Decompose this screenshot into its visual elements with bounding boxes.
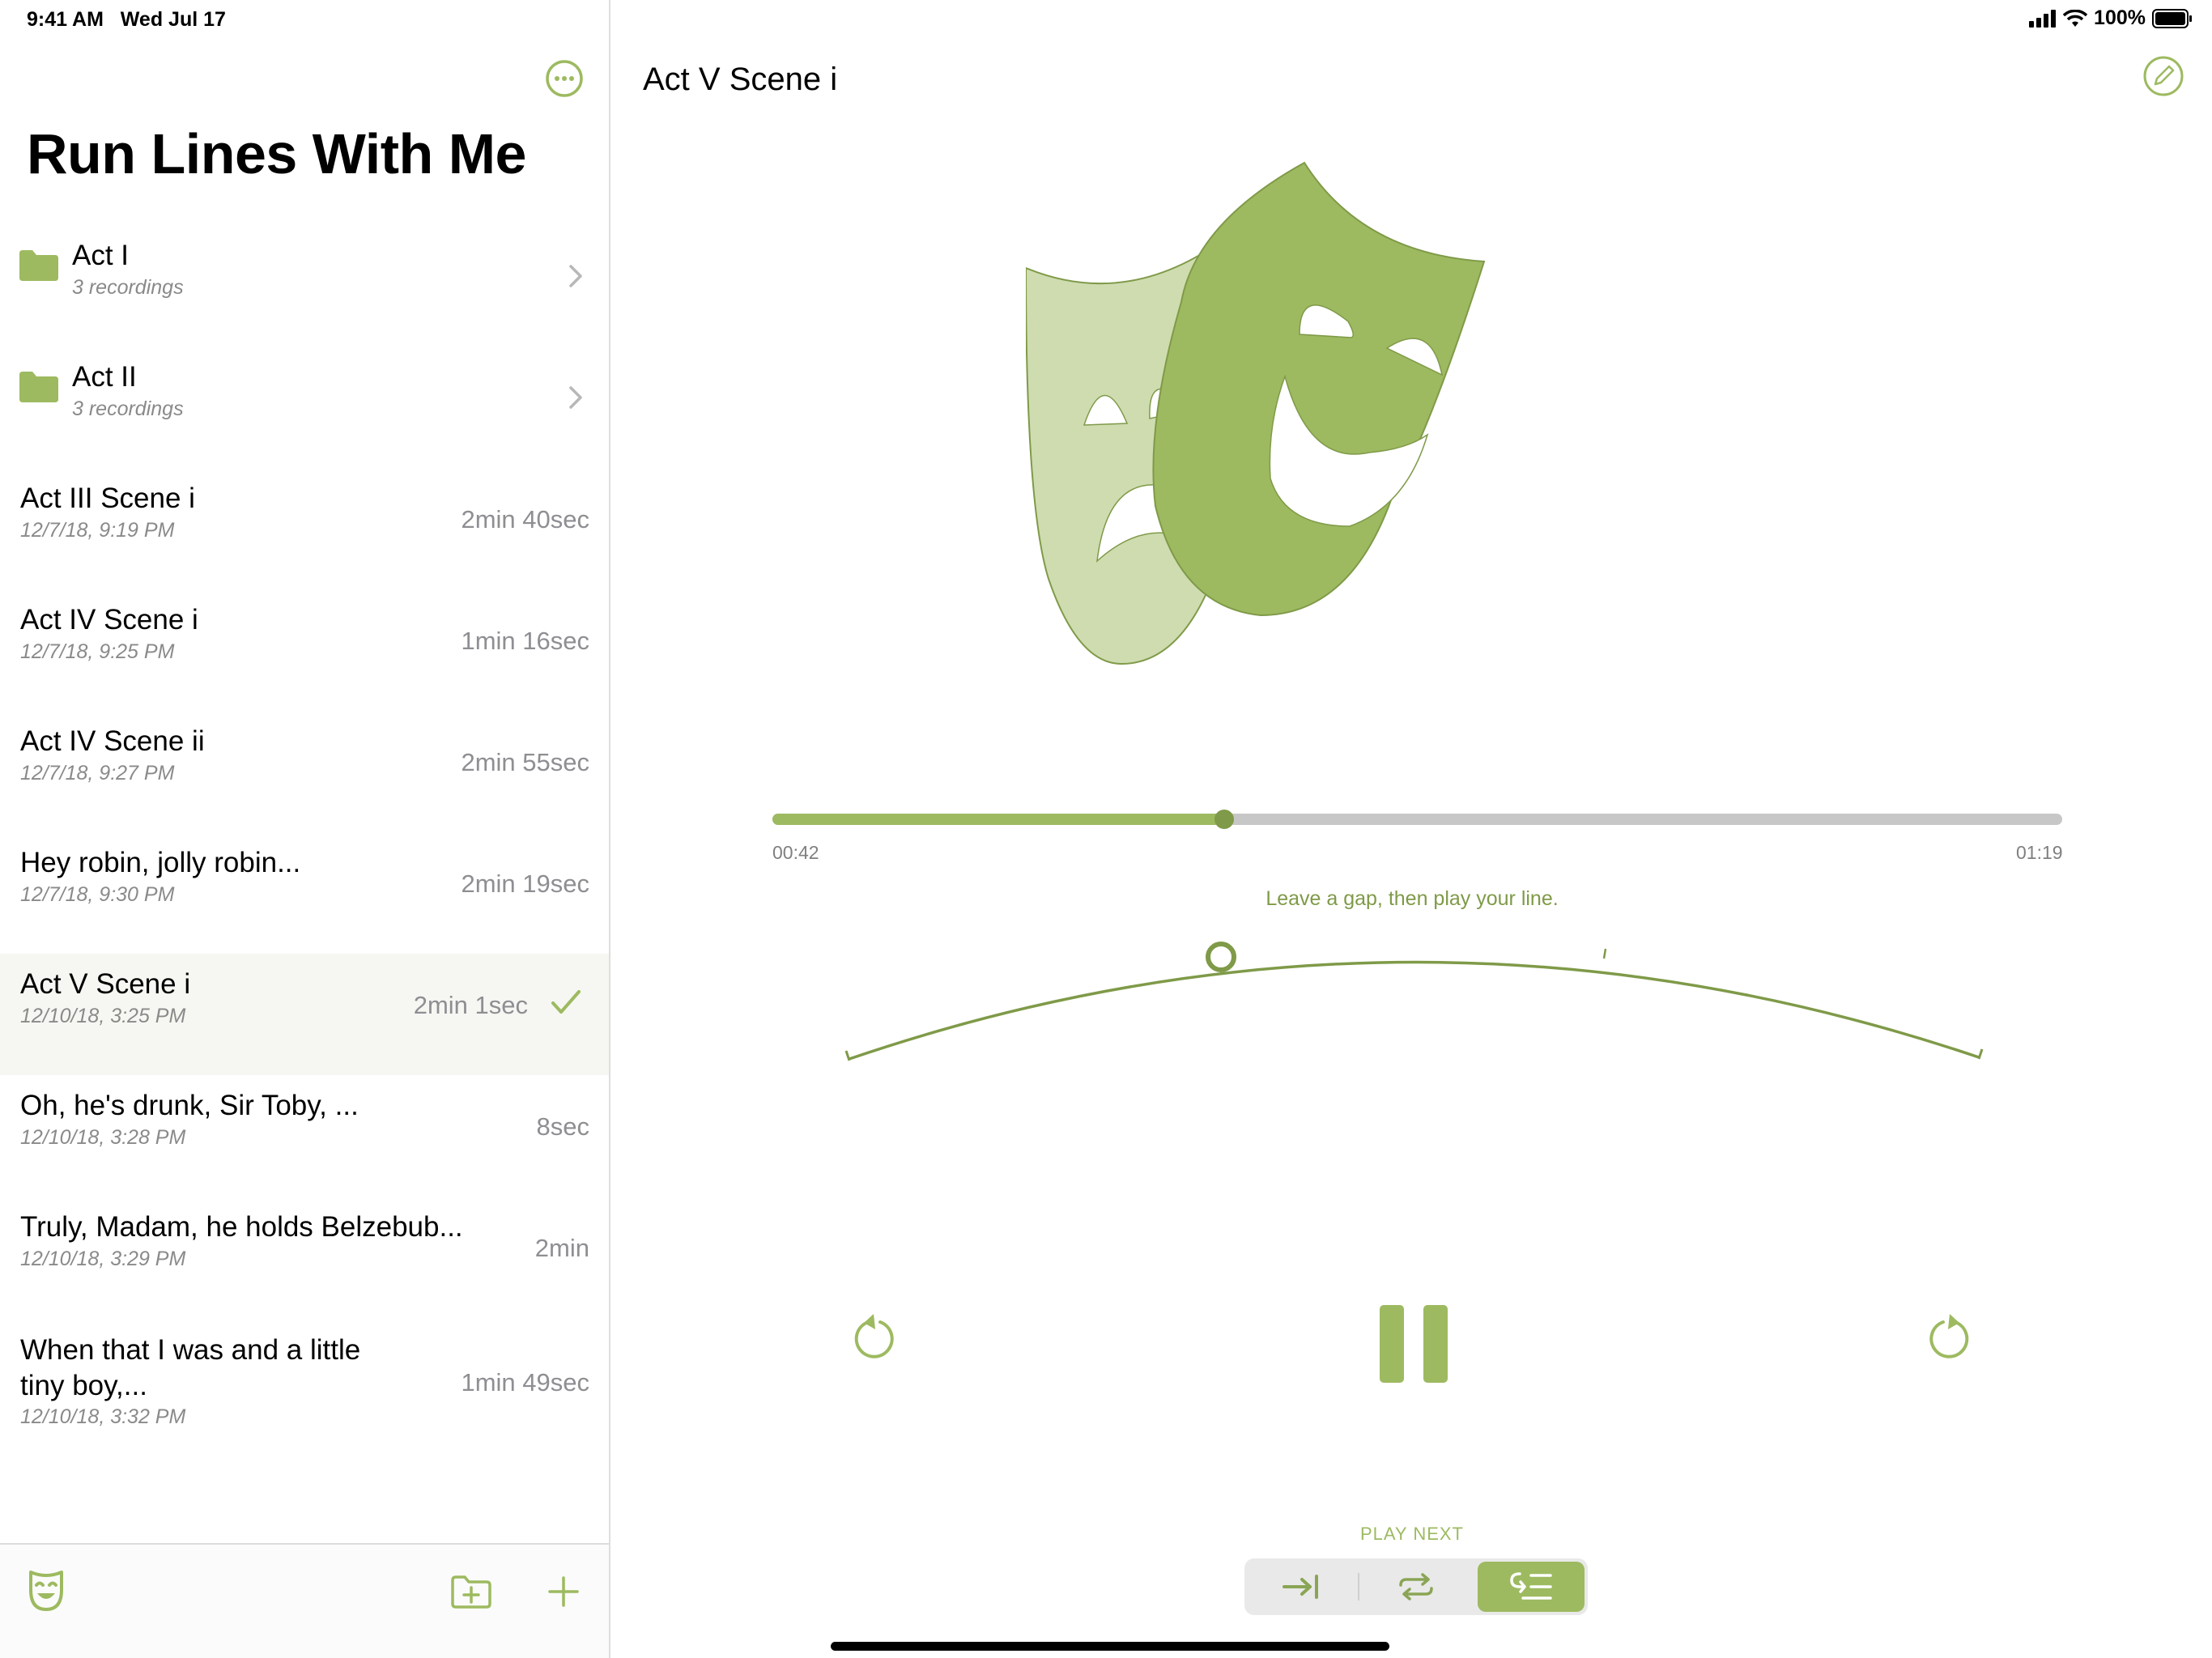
progress-scrubber[interactable]	[1214, 810, 1234, 829]
recording-title: When that I was and a little tiny boy,..…	[20, 1334, 361, 1401]
recording-title: Act V Scene i	[20, 968, 191, 1000]
arc-slider-knob[interactable]	[1206, 942, 1236, 972]
recording-duration: 2min	[534, 1234, 589, 1262]
status-bar: 9:41 AM Wed Jul 17 100%	[0, 0, 2212, 39]
cellular-signal-icon	[2029, 9, 2057, 28]
home-indicator	[831, 1642, 1389, 1651]
recording-row[interactable]: Act IV Scene ii 12/7/18, 9:27 PM 2min 55…	[0, 711, 609, 832]
skip-to-end-icon	[1283, 1575, 1318, 1599]
recording-title: Act IV Scene ii	[20, 725, 205, 757]
recording-title: Hey robin, jolly robin...	[20, 847, 301, 878]
recording-date: 12/7/18, 9:25 PM	[20, 640, 175, 663]
playback-progress-bar[interactable]	[772, 810, 2062, 829]
recording-duration: 2min 19sec	[461, 869, 589, 898]
more-options-icon[interactable]	[544, 58, 585, 99]
gap-hint-text: Leave a gap, then play your line.	[1266, 887, 1559, 910]
play-next-list-option[interactable]	[1478, 1562, 1585, 1612]
recording-date: 12/7/18, 9:27 PM	[20, 762, 175, 784]
comedy-mask	[1152, 161, 1486, 617]
arc-marker-tick	[1602, 948, 1607, 959]
battery-percentage: 100%	[2094, 6, 2146, 29]
recording-duration: 2min 40sec	[461, 505, 589, 534]
recording-title: Oh, he's drunk, Sir Toby, ...	[20, 1090, 359, 1121]
arc-start-tick	[844, 1050, 851, 1061]
recording-date: 12/7/18, 9:19 PM	[20, 519, 175, 542]
folder-subtitle: 3 recordings	[72, 397, 184, 420]
skip-back-icon[interactable]	[851, 1312, 900, 1363]
new-folder-icon[interactable]	[450, 1574, 492, 1609]
sidebar-toolbar	[0, 1543, 609, 1658]
theater-mask-icon[interactable]	[28, 1569, 65, 1613]
edit-pencil-icon[interactable]	[2142, 55, 2184, 97]
recording-duration: 1min 16sec	[461, 627, 589, 655]
recording-row[interactable]: Oh, he's drunk, Sir Toby, ... 12/10/18, …	[0, 1075, 609, 1197]
playback-detail: Act V Scene i 00:42 01:19 Leave a gap, t…	[612, 0, 2212, 1658]
recording-duration: 2min 1sec	[413, 991, 528, 1019]
pause-button[interactable]	[1378, 1303, 1449, 1384]
page-title: Run Lines With Me	[27, 122, 526, 185]
recording-detail-title: Act V Scene i	[643, 62, 838, 97]
folder-row[interactable]: Act II 3 recordings	[0, 346, 609, 468]
recording-date: 12/10/18, 3:25 PM	[20, 1005, 186, 1027]
recording-date: 12/10/18, 3:29 PM	[20, 1248, 186, 1270]
folder-title: Act I	[72, 240, 130, 271]
recording-title: Truly, Madam, he holds Belzebub...	[20, 1211, 463, 1243]
theater-masks-artwork	[1026, 161, 1486, 665]
recording-row[interactable]: Truly, Madam, he holds Belzebub... 12/10…	[0, 1197, 609, 1318]
recording-date: 12/7/18, 9:30 PM	[20, 883, 175, 906]
recording-title: Act IV Scene i	[20, 604, 198, 636]
repeat-icon	[1399, 1573, 1433, 1601]
chevron-right-icon	[569, 265, 582, 287]
play-next-stop-option[interactable]	[1248, 1562, 1355, 1612]
play-next-segmented-control	[1244, 1558, 1588, 1615]
folder-subtitle: 3 recordings	[72, 276, 184, 299]
folder-icon	[19, 250, 58, 281]
recordings-sidebar: Run Lines With Me Act I 3 recordings Act…	[0, 0, 610, 1658]
folder-icon	[19, 372, 58, 402]
recording-duration: 1min 49sec	[461, 1368, 589, 1397]
status-time: 9:41 AM Wed Jul 17	[27, 8, 226, 31]
segment-divider	[1358, 1573, 1359, 1601]
play-next-list-icon	[1510, 1572, 1552, 1600]
total-time: 01:19	[2016, 842, 2063, 863]
recording-duration: 2min 55sec	[461, 748, 589, 776]
recording-row[interactable]: Act III Scene i 12/7/18, 9:19 PM 2min 40…	[0, 468, 609, 589]
play-next-repeat-option[interactable]	[1363, 1562, 1470, 1612]
plus-icon[interactable]	[547, 1575, 580, 1608]
skip-forward-icon[interactable]	[1924, 1312, 1972, 1363]
folder-title: Act II	[72, 361, 137, 393]
folder-row[interactable]: Act I 3 recordings	[0, 225, 609, 346]
recording-row-selected[interactable]: Act V Scene i 12/10/18, 3:25 PM 2min 1se…	[0, 954, 609, 1075]
recordings-list: Act I 3 recordings Act II 3 recordings A…	[0, 225, 609, 1472]
recording-row[interactable]: Hey robin, jolly robin... 12/7/18, 9:30 …	[0, 832, 609, 954]
battery-icon	[2152, 8, 2192, 28]
chevron-right-icon	[569, 386, 582, 409]
status-indicators: 100%	[2029, 6, 2193, 30]
recording-date: 12/10/18, 3:28 PM	[20, 1126, 186, 1149]
recording-duration: 8sec	[536, 1112, 589, 1141]
gap-arc-slider[interactable]	[612, 923, 2212, 1085]
recording-title: Act III Scene i	[20, 483, 195, 514]
play-next-label: PLAY NEXT	[1359, 1524, 1464, 1544]
progress-fill	[772, 814, 1224, 825]
arc-end-tick	[1977, 1048, 1984, 1060]
wifi-icon	[2063, 9, 2088, 27]
recording-date: 12/10/18, 3:32 PM	[20, 1405, 186, 1428]
recording-row[interactable]: Act IV Scene i 12/7/18, 9:25 PM 1min 16s…	[0, 589, 609, 711]
elapsed-time: 00:42	[772, 842, 819, 863]
checkmark-icon	[551, 990, 581, 1014]
recording-row[interactable]: When that I was and a little tiny boy,..…	[0, 1318, 609, 1472]
